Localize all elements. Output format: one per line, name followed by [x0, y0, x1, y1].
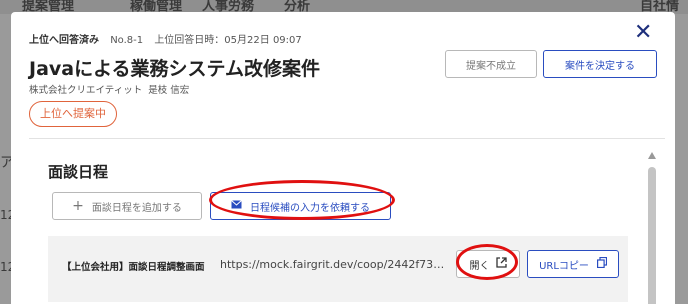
url-copy-button[interactable]: URLコピー: [527, 250, 619, 278]
scrollbar[interactable]: [647, 152, 657, 304]
scroll-thumb[interactable]: [648, 167, 656, 304]
mail-icon: [231, 200, 242, 212]
open-link-label: 開く: [469, 260, 490, 272]
schedule-url: https://mock.fairgrit.dev/coop/2442f736.…: [220, 258, 446, 271]
proposal-detail-modal: 上位へ回答済み No.8-1 上位回答日時：05月22日 09:07 Javaに…: [11, 12, 675, 304]
add-interview-label: 面談日程を追加する: [91, 202, 182, 214]
close-icon[interactable]: ✕: [634, 22, 652, 44]
answered-at: 上位回答日時：05月22日 09:07: [154, 35, 302, 46]
decide-project-button[interactable]: 案件を決定する: [543, 50, 657, 78]
company-info: 株式会社クリエイティット 是枝 信宏: [29, 82, 189, 96]
section-title-interview: 面談日程: [48, 163, 109, 181]
divider: [29, 138, 665, 139]
scroll-up-icon[interactable]: [648, 152, 656, 159]
proposal-number: No.8-1: [110, 35, 144, 46]
plus-icon: +: [72, 198, 84, 214]
url-copy-label: URLコピー: [539, 260, 589, 272]
copy-icon: [596, 256, 608, 271]
company-name: 株式会社クリエイティット: [29, 85, 143, 96]
url-row-label: 【上位会社用】面談日程調整画面: [62, 262, 205, 273]
request-schedule-label: 日程候補の入力を依頼する: [250, 202, 370, 214]
open-link-button[interactable]: 開く: [456, 250, 520, 278]
add-interview-button[interactable]: + 面談日程を追加する: [52, 192, 202, 220]
page-title: Javaによる業務システム改修案件: [29, 58, 320, 80]
request-schedule-button[interactable]: 日程候補の入力を依頼する: [210, 192, 391, 220]
person-name: 是枝 信宏: [148, 85, 190, 96]
header-meta: 上位へ回答済み No.8-1 上位回答日時：05月22日 09:07: [29, 31, 302, 46]
interview-url-row: 【上位会社用】面談日程調整画面 https://mock.fairgrit.de…: [48, 236, 628, 302]
status-text: 上位へ回答済み: [29, 35, 99, 46]
external-link-icon: [495, 257, 507, 271]
reject-proposal-button[interactable]: 提案不成立: [445, 50, 537, 78]
status-badge: 上位へ提案中: [29, 101, 117, 127]
